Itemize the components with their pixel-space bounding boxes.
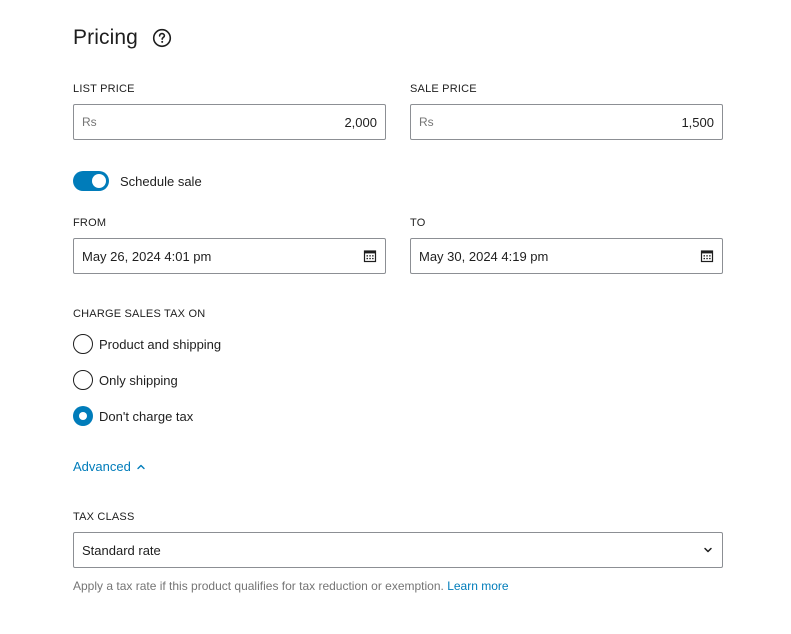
from-label: FROM (73, 217, 107, 229)
pricing-heading: Pricing (73, 26, 172, 50)
list-price-label: LIST PRICE (73, 83, 135, 95)
advanced-toggle[interactable]: Advanced (73, 459, 146, 474)
from-date-value: May 26, 2024 4:01 pm (82, 248, 212, 264)
charge-tax-label: CHARGE SALES TAX ON (73, 308, 206, 320)
calendar-icon[interactable] (363, 249, 377, 263)
from-date-input[interactable]: May 26, 2024 4:01 pm (73, 238, 386, 274)
schedule-sale-toggle[interactable] (73, 171, 109, 191)
currency-prefix: Rs (82, 115, 97, 129)
sale-price-input[interactable]: Rs 1,500 (410, 104, 723, 140)
radio-button-checked[interactable] (73, 406, 93, 426)
page-title: Pricing (73, 26, 138, 49)
currency-prefix: Rs (419, 115, 434, 129)
chevron-up-icon (136, 462, 146, 472)
help-text-body: Apply a tax rate if this product qualifi… (73, 579, 444, 593)
schedule-sale-row: Schedule sale (73, 171, 202, 191)
to-date-value: May 30, 2024 4:19 pm (419, 248, 549, 264)
to-label: TO (410, 217, 426, 229)
radio-option-dont-charge-tax[interactable]: Don't charge tax (73, 406, 193, 426)
radio-option-only-shipping[interactable]: Only shipping (73, 370, 178, 390)
tax-class-value: Standard rate (82, 542, 161, 558)
schedule-sale-label: Schedule sale (120, 173, 202, 189)
radio-label: Don't charge tax (99, 408, 194, 424)
chevron-down-icon (702, 544, 714, 556)
learn-more-link[interactable]: Learn more (447, 579, 508, 593)
sale-price-label: SALE PRICE (410, 83, 477, 95)
tax-class-select[interactable]: Standard rate (73, 532, 723, 568)
radio-dot (79, 412, 87, 420)
sale-price-value: 1,500 (681, 114, 714, 130)
tax-class-help-text: Apply a tax rate if this product qualifi… (73, 579, 509, 593)
radio-button[interactable] (73, 370, 93, 390)
calendar-icon[interactable] (700, 249, 714, 263)
radio-button[interactable] (73, 334, 93, 354)
question-circle-icon[interactable] (152, 28, 172, 48)
toggle-knob (92, 174, 106, 188)
advanced-label: Advanced (73, 459, 131, 474)
list-price-value: 2,000 (344, 114, 377, 130)
radio-label: Only shipping (99, 372, 178, 388)
radio-option-product-and-shipping[interactable]: Product and shipping (73, 334, 221, 354)
radio-label: Product and shipping (99, 336, 222, 352)
pricing-panel: Pricing LIST PRICE Rs 2,000 SALE PRICE R… (0, 0, 791, 634)
tax-class-label: TAX CLASS (73, 511, 135, 523)
to-date-input[interactable]: May 30, 2024 4:19 pm (410, 238, 723, 274)
list-price-input[interactable]: Rs 2,000 (73, 104, 386, 140)
